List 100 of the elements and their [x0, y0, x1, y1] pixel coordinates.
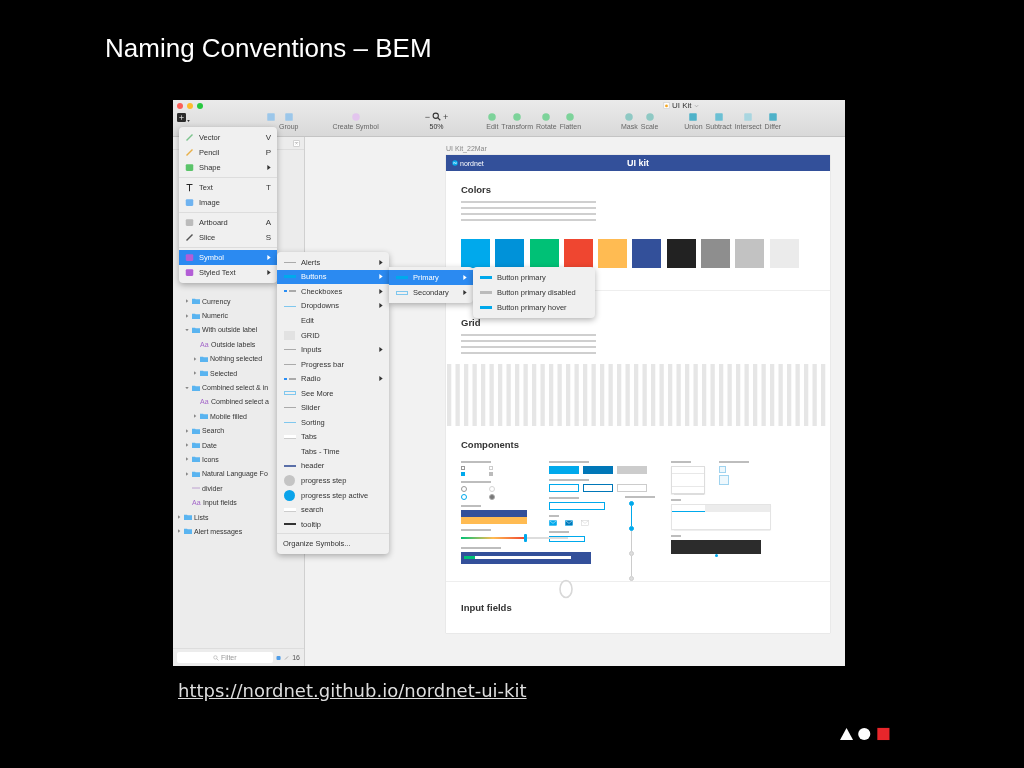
- artboard-icon: [185, 218, 194, 227]
- primary-button[interactable]: [583, 466, 613, 474]
- symbol-preview-icon: [479, 291, 492, 294]
- submenu-arrow-icon: [379, 259, 383, 265]
- close-button[interactable]: [177, 102, 183, 109]
- symbol-preview-icon: [283, 391, 296, 396]
- disclosure-icon[interactable]: [193, 371, 197, 376]
- see-more-button[interactable]: [549, 536, 585, 542]
- collapse-icon[interactable]: [293, 139, 300, 147]
- disclosure-icon[interactable]: [185, 428, 189, 433]
- section-heading: Input fields: [461, 602, 513, 613]
- circle-icon[interactable]: [512, 111, 523, 122]
- submenu-arrow-icon: [379, 274, 383, 280]
- square-icon[interactable]: [688, 111, 699, 122]
- styled-text-icon: [185, 268, 194, 277]
- image-icon: [185, 198, 194, 207]
- minimize-button[interactable]: [187, 102, 193, 109]
- shape-icon: [185, 163, 194, 172]
- symbol-preview-icon: [284, 474, 295, 486]
- submenu-arrow-icon: [379, 303, 383, 309]
- link-block[interactable]: [461, 517, 527, 524]
- square-icon[interactable]: [713, 111, 724, 122]
- slider-thumb[interactable]: [523, 533, 527, 542]
- window-title: UI Kit: [672, 101, 692, 110]
- tab[interactable]: [672, 505, 705, 512]
- url-link[interactable]: https://nordnet.github.io/nordnet-ui-kit: [178, 680, 527, 701]
- square-icon[interactable]: [266, 111, 276, 122]
- checkbox[interactable]: [461, 472, 465, 476]
- zoom-in-button[interactable]: +: [443, 111, 449, 122]
- circle-icon[interactable]: [565, 111, 576, 122]
- radio-button[interactable]: [461, 486, 467, 492]
- symbol-preview-icon: [283, 523, 296, 526]
- symbol-preview-icon: [283, 275, 296, 279]
- circle-icon[interactable]: [624, 111, 635, 122]
- square-icon[interactable]: [767, 111, 778, 122]
- symbol-preview-icon: [283, 377, 296, 380]
- disclosure-icon[interactable]: [193, 414, 197, 419]
- caret-icon[interactable]: [187, 119, 190, 122]
- symbol-preview-icon: [479, 276, 492, 279]
- pencil-icon: [185, 148, 194, 157]
- envelope-icon[interactable]: [549, 520, 557, 526]
- circle-icon[interactable]: [350, 111, 361, 122]
- disclosure-icon[interactable]: [185, 471, 189, 476]
- pen-icon: [185, 133, 194, 142]
- pencil-icon[interactable]: [284, 654, 290, 661]
- header-title: UI kit: [627, 158, 649, 168]
- symbol-icon: [185, 253, 194, 262]
- disclosure-icon[interactable]: [177, 529, 181, 534]
- submenu-arrow-icon: [463, 275, 467, 280]
- submenu-arrow-icon: [267, 165, 271, 170]
- symbol-preview-icon: [395, 276, 408, 279]
- submenu-arrow-icon: [463, 290, 467, 295]
- section-heading: Colors: [461, 184, 493, 195]
- circle-icon[interactable]: [487, 111, 498, 122]
- disclosure-icon[interactable]: [185, 443, 189, 448]
- envelope-icon[interactable]: [565, 520, 573, 526]
- cube-icon[interactable]: [276, 654, 282, 661]
- search-icon: [213, 654, 219, 661]
- secondary-button[interactable]: [583, 484, 613, 492]
- ring-icon: [556, 579, 576, 599]
- icon-button[interactable]: [549, 502, 605, 510]
- disclosure-icon[interactable]: [185, 313, 189, 318]
- secondary-button[interactable]: [549, 484, 579, 492]
- submenu-arrow-icon: [267, 255, 271, 260]
- radio-button[interactable]: [461, 494, 467, 500]
- symbol-preview-icon: [479, 306, 492, 309]
- symbol-preview-icon: [283, 290, 296, 293]
- checkbox[interactable]: [461, 466, 465, 470]
- symbol-preview-icon: [395, 290, 408, 295]
- slide-title: Naming Conventions – BEM: [105, 33, 432, 63]
- dropdown-menu-drawing: [671, 466, 705, 494]
- primary-button[interactable]: [549, 466, 579, 474]
- section-heading: Components: [461, 439, 521, 450]
- line-icon: [192, 487, 200, 490]
- knife-icon: [185, 233, 194, 242]
- section-heading: Grid: [461, 317, 482, 328]
- search-icon[interactable]: [432, 112, 442, 122]
- logo-icon: [452, 160, 458, 166]
- disclosure-icon[interactable]: [185, 457, 189, 462]
- submenu-arrow-icon: [267, 270, 271, 275]
- text-icon: [185, 183, 194, 192]
- symbol-preview-icon: [284, 489, 295, 501]
- square-icon[interactable]: [743, 111, 754, 122]
- square-icon[interactable]: [283, 111, 294, 122]
- zoom-button[interactable]: [197, 102, 203, 109]
- disclosure-icon[interactable]: [193, 356, 197, 361]
- plus-icon[interactable]: [177, 112, 186, 122]
- text-placeholder: [461, 546, 501, 549]
- tab[interactable]: [704, 505, 738, 512]
- tooltip-anchor-icon: [715, 554, 718, 557]
- submenu-arrow-icon: [379, 347, 383, 353]
- disclosure-icon[interactable]: [185, 299, 189, 304]
- circle-icon[interactable]: [541, 111, 552, 122]
- submenu-arrow-icon: [379, 288, 383, 294]
- link-block[interactable]: [461, 510, 527, 517]
- symbol-preview-icon: [283, 434, 296, 439]
- zoom-out-button[interactable]: −: [424, 111, 431, 122]
- symbol-preview-icon: [283, 507, 296, 512]
- disclosure-icon[interactable]: [177, 515, 181, 520]
- circle-icon[interactable]: [644, 111, 655, 122]
